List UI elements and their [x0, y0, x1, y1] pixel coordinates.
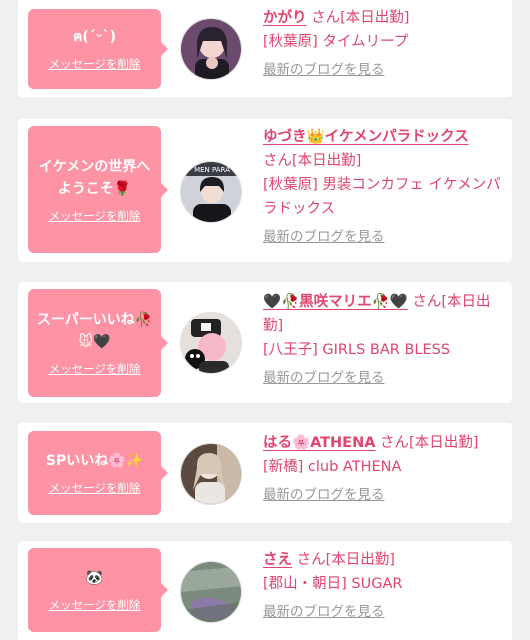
message-text: スーパーいいね🥀🐭🖤	[36, 312, 153, 350]
rose-black-heart-icon: 🥀🖤	[371, 294, 408, 310]
cast-info: ゆづき👑イケメンパラドックス さん[本日出勤] [秋葉原] 男装コンカフェ イケ…	[263, 125, 503, 249]
avatar[interactable]: MEN PARA	[180, 161, 242, 223]
avatar[interactable]	[180, 443, 242, 505]
message-card: スーパーいいね🥀🐭🖤 メッセージを削除 🖤🥀黒咲マリエ🥀🖤 さん[本日出勤] […	[18, 282, 512, 403]
message-card: SPいいね🌸✨ メッセージを削除 はる🌸ATHENA さん[本日出勤] [新橋]…	[18, 423, 512, 523]
message-bubble: イケメンの世界へようこそ🌹 メッセージを削除	[28, 126, 168, 253]
cast-name-link[interactable]: さえ	[263, 552, 292, 568]
message-text: SPいいね🌸✨	[45, 453, 144, 469]
shop-name: [秋葉原] 男装コンカフェ イケメンパラドックス	[263, 177, 501, 217]
message-bubble: ฅ(ˊᵕˋ) メッセージを削除	[28, 9, 168, 89]
delete-message-link[interactable]: メッセージを削除	[49, 56, 141, 72]
latest-blog-link[interactable]: 最新のブログを見る	[263, 600, 385, 624]
black-heart-rose-icon: 🖤🥀	[263, 294, 300, 310]
shop-name: [八王子] GIRLS BAR BLESS	[263, 342, 451, 358]
cast-status: さん[本日出勤]	[292, 552, 395, 568]
message-bubble: スーパーいいね🥀🐭🖤 メッセージを削除	[28, 289, 168, 397]
cast-info: 🖤🥀黒咲マリエ🥀🖤 さん[本日出勤] [八王子] GIRLS BAR BLESS…	[263, 290, 503, 390]
message-card: 🐼 メッセージを削除 さえ さん[本日出勤] [郡山・朝日] SUGAR 最新の…	[18, 541, 512, 640]
cast-name-link[interactable]: かがり	[263, 10, 307, 26]
svg-text:MEN PARA: MEN PARA	[194, 166, 230, 174]
delete-message-link[interactable]: メッセージを削除	[49, 480, 141, 496]
cast-name-link[interactable]: 🖤🥀黒咲マリエ🥀🖤	[263, 294, 408, 310]
delete-message-link[interactable]: メッセージを削除	[49, 361, 141, 377]
cast-info: かがり さん[本日出勤] [秋葉原] タイムリープ 最新のブログを見る	[263, 6, 503, 82]
crown-icon: 👑	[306, 129, 325, 145]
message-bubble: 🐼 メッセージを削除	[28, 548, 168, 632]
cast-name-link[interactable]: はる🌸ATHENA	[263, 435, 375, 451]
cast-status: さん[本日出勤]	[375, 435, 479, 451]
cast-name-link[interactable]: ゆづき👑イケメンパラドックス	[263, 129, 469, 145]
delete-message-link[interactable]: メッセージを削除	[49, 597, 141, 613]
latest-blog-link[interactable]: 最新のブログを見る	[263, 366, 385, 390]
avatar[interactable]	[180, 561, 242, 623]
avatar[interactable]	[180, 312, 242, 374]
shop-name: [秋葉原] タイムリープ	[263, 34, 409, 50]
message-card: ฅ(ˊᵕˋ) メッセージを削除 かがり さん[本日出勤] [秋葉原] タイムリー…	[18, 0, 512, 97]
message-list: ฅ(ˊᵕˋ) メッセージを削除 かがり さん[本日出勤] [秋葉原] タイムリー…	[0, 0, 530, 640]
shop-name: [新橋] club ATHENA	[263, 459, 402, 475]
message-text: 🐼	[85, 570, 104, 586]
latest-blog-link[interactable]: 最新のブログを見る	[263, 483, 385, 507]
message-bubble: SPいいね🌸✨ メッセージを削除	[28, 431, 168, 515]
cast-info: さえ さん[本日出勤] [郡山・朝日] SUGAR 最新のブログを見る	[263, 548, 503, 624]
latest-blog-link[interactable]: 最新のブログを見る	[263, 225, 385, 249]
cherry-blossom-icon: 🌸	[292, 435, 311, 451]
avatar[interactable]	[180, 18, 242, 80]
cast-status: さん[本日出勤]	[306, 10, 410, 26]
shop-name: [郡山・朝日] SUGAR	[263, 576, 403, 592]
message-card: イケメンの世界へようこそ🌹 メッセージを削除 MEN PARA ゆづき👑イケメン…	[18, 119, 512, 262]
delete-message-link[interactable]: メッセージを削除	[49, 208, 141, 224]
latest-blog-link[interactable]: 最新のブログを見る	[263, 58, 385, 82]
cast-info: はる🌸ATHENA さん[本日出勤] [新橋] club ATHENA 最新のブ…	[263, 431, 503, 507]
message-text: ฅ(ˊᵕˋ)	[73, 29, 116, 45]
message-text: イケメンの世界へようこそ🌹	[38, 158, 151, 197]
cast-status: さん[本日出勤]	[263, 153, 362, 169]
